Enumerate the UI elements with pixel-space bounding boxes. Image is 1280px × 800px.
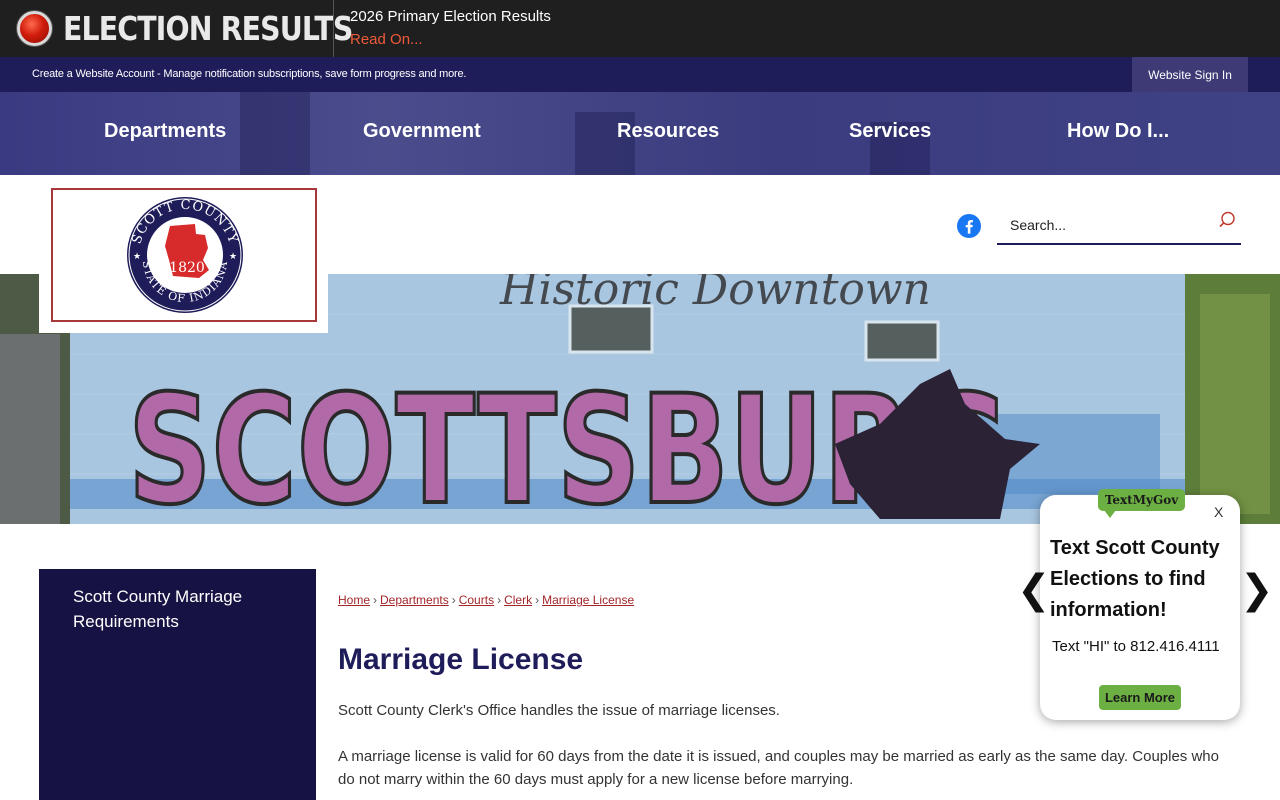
breadcrumb-separator: › — [497, 593, 502, 607]
widget-heading: Text Scott County Elections to find info… — [1050, 537, 1220, 621]
search-input[interactable] — [997, 206, 1207, 243]
breadcrumb-clerk[interactable]: Clerk — [504, 593, 532, 607]
alert-record-icon — [17, 11, 52, 46]
nav-item-departments[interactable]: Departments — [104, 120, 226, 143]
search-icon[interactable] — [1218, 211, 1236, 229]
nav-bg-window — [240, 92, 310, 175]
breadcrumb-courts[interactable]: Courts — [459, 593, 494, 607]
page-title: Marriage License — [338, 643, 584, 676]
seal-year: 1820 — [169, 260, 205, 276]
alert-title[interactable]: ELECTION RESULTS — [63, 8, 353, 50]
breadcrumb-separator: › — [373, 593, 378, 607]
site-logo[interactable]: SCOTT COUNTY STATE OF INDIANA ★ ★ 1820 — [39, 175, 328, 333]
content-paragraph: A marriage license is valid for 60 days … — [338, 748, 1219, 788]
facebook-icon[interactable] — [957, 214, 981, 238]
website-sign-in-button[interactable]: Website Sign In — [1132, 57, 1248, 92]
account-bar: Create a Website Account - Manage notifi… — [0, 57, 1280, 92]
content-paragraph: Scott County Clerk's Office handles the … — [338, 702, 780, 719]
breadcrumb-separator: › — [451, 593, 456, 607]
learn-more-button[interactable]: Learn More — [1099, 685, 1181, 710]
nav-item-how-do-i[interactable]: How Do I... — [1067, 120, 1169, 143]
main-nav: Departments Government Resources Service… — [0, 92, 1280, 175]
breadcrumb-home[interactable]: Home — [338, 593, 370, 607]
alert-divider — [333, 0, 334, 57]
textmygov-widget: TextMyGov X Text Scott County Elections … — [1040, 489, 1240, 720]
seal-star-icon: ★ — [133, 251, 141, 261]
create-account-link[interactable]: Create a Website Account - Manage notifi… — [32, 68, 466, 80]
widget-body-text: Text "HI" to 812.416.4111 — [1052, 638, 1220, 655]
sidebar: Scott County Marriage Requirements — [39, 569, 316, 800]
widget-next-arrow-icon[interactable]: ❯ — [1240, 567, 1274, 613]
search-box — [997, 206, 1241, 245]
breadcrumb-separator: › — [535, 593, 540, 607]
widget-close-button[interactable]: X — [1214, 504, 1223, 520]
breadcrumb-marriage-license[interactable]: Marriage License — [542, 593, 634, 607]
nav-item-resources[interactable]: Resources — [617, 120, 719, 143]
textmygov-logo: TextMyGov — [1098, 489, 1185, 518]
banner-script-text: Historic Downtown — [499, 274, 931, 315]
alert-bar: ELECTION RESULTS 2026 Primary Election R… — [0, 0, 1280, 57]
alert-read-on-link[interactable]: Read On... — [350, 31, 423, 48]
alert-headline[interactable]: 2026 Primary Election Results — [350, 8, 551, 25]
nav-item-services[interactable]: Services — [849, 120, 931, 143]
logo-frame: SCOTT COUNTY STATE OF INDIANA ★ ★ 1820 — [51, 188, 317, 322]
nav-item-government[interactable]: Government — [363, 120, 481, 143]
seal-star-icon: ★ — [229, 251, 237, 261]
breadcrumb: Home › Departments › Courts › Clerk › Marriage L… — [338, 593, 634, 607]
breadcrumb-departments[interactable]: Departments — [380, 593, 449, 607]
sidebar-item-marriage-requirements[interactable]: Scott County Marriage Requirements — [73, 584, 293, 634]
county-seal: SCOTT COUNTY STATE OF INDIANA ★ ★ 1820 — [127, 197, 243, 313]
widget-prev-arrow-icon[interactable]: ❮ — [1017, 567, 1051, 613]
